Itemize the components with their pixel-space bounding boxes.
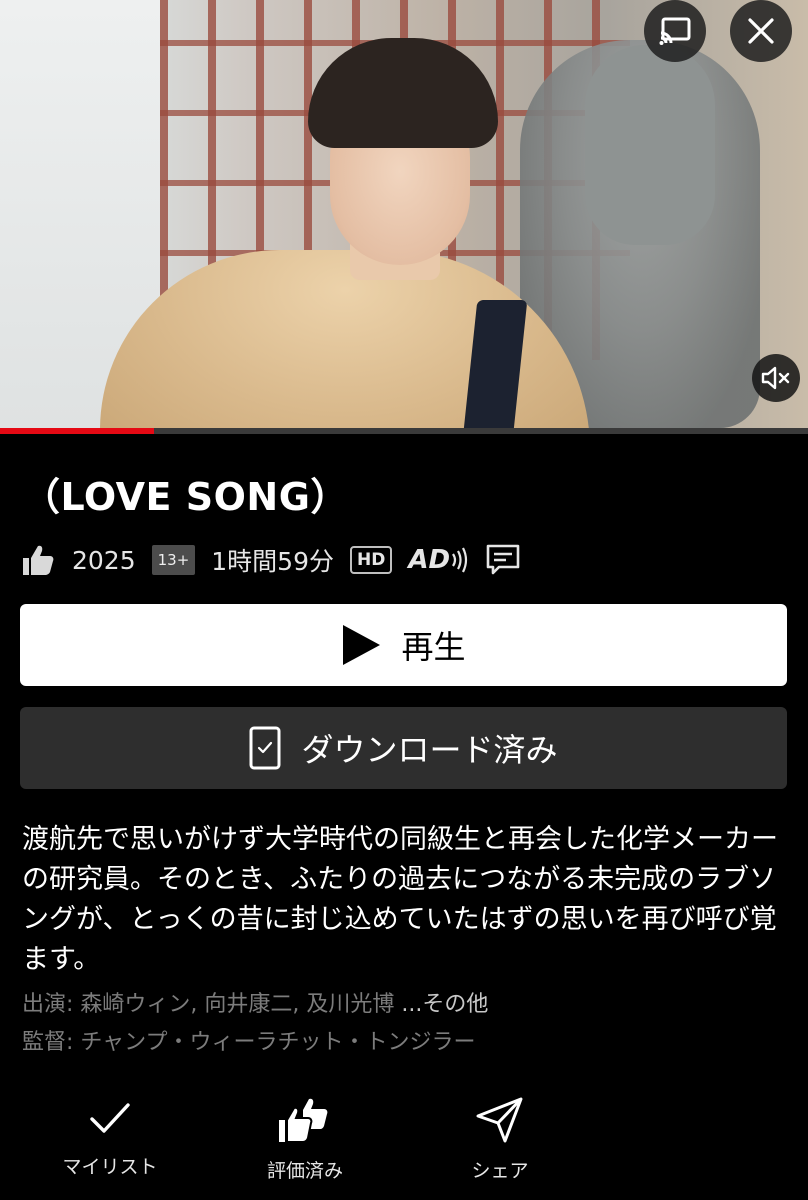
downloaded-button[interactable]: ダウンロード済み [20, 707, 787, 789]
share-button[interactable]: シェア [420, 1096, 580, 1183]
subtitles-icon [486, 544, 520, 575]
check-icon [90, 1103, 130, 1133]
statue-head [585, 45, 715, 245]
my-list-button[interactable]: マイリスト [30, 1096, 190, 1179]
share-label: シェア [471, 1160, 529, 1182]
send-icon [476, 1097, 523, 1143]
double-thumbs-up-icon [279, 1098, 328, 1143]
rated-button[interactable]: 評価済み [225, 1096, 385, 1183]
cast-more-link[interactable]: ...その他 [401, 992, 488, 1017]
page-title: （LOVE SONG） [22, 475, 349, 519]
volume-muted-icon [761, 366, 790, 390]
metadata-row: 2025 13+ 1時間59分 HD AD [20, 538, 536, 582]
progress-fill [0, 428, 154, 434]
downloaded-phone-icon [249, 726, 281, 770]
play-button[interactable]: 再生 [20, 604, 787, 686]
cast-credits[interactable]: 出演: 森崎ウィン, 向井康二, 及川光博 ...その他 [22, 986, 488, 1018]
audio-description-badge: AD [408, 545, 470, 575]
my-list-label: マイリスト [62, 1156, 158, 1178]
director-credit: 監督: チャンプ・ウィーラチット・トンジラー [22, 1030, 476, 1055]
maturity-badge: 13+ [151, 545, 196, 575]
synopsis: 渡航先で思いがけず大学時代の同級生と再会した化学メーカーの研究員。そのとき、ふた… [22, 824, 778, 975]
playback-progress[interactable] [0, 428, 808, 434]
cast-list: 出演: 森崎ウィン, 向井康二, 及川光博 [22, 992, 402, 1017]
audio-waves-icon [452, 547, 468, 573]
release-year: 2025 [72, 545, 136, 575]
close-button[interactable] [730, 0, 792, 62]
play-label: 再生 [401, 628, 466, 666]
close-icon [748, 18, 774, 44]
cast-icon [659, 17, 691, 45]
hd-badge: HD [350, 546, 393, 574]
cast-button[interactable] [644, 0, 706, 62]
rated-label: 評価済み [266, 1160, 343, 1182]
duration: 1時間59分 [211, 547, 334, 576]
play-icon [341, 624, 381, 666]
downloaded-label: ダウンロード済み [301, 731, 558, 769]
mute-button[interactable] [752, 354, 800, 402]
thumbs-up-icon [23, 545, 54, 575]
video-preview[interactable] [0, 0, 808, 428]
